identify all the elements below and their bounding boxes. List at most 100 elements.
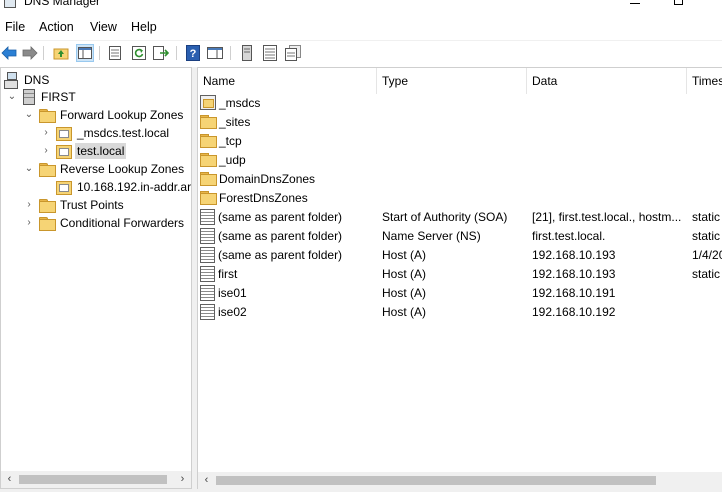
cell-type xyxy=(382,132,528,151)
maximize-button[interactable] xyxy=(674,0,683,5)
column-header-data[interactable]: Data xyxy=(527,68,687,94)
svg-text:?: ? xyxy=(190,48,197,60)
up-folder-icon[interactable] xyxy=(52,44,70,62)
folder-icon xyxy=(200,153,217,168)
cell-text: static xyxy=(692,267,721,281)
help-icon[interactable]: ? xyxy=(184,44,202,62)
table-row[interactable]: _udp xyxy=(198,151,722,170)
collapse-reverse-zones-chevron-icon[interactable]: ⌄ xyxy=(24,164,34,174)
expand-test-local-chevron-icon[interactable]: › xyxy=(41,146,51,156)
cell-text: _udp xyxy=(219,153,246,167)
scrollbar-thumb[interactable] xyxy=(216,476,656,485)
tree-label-trust-points: Trust Points xyxy=(60,198,124,212)
tree-label-reverse-zones: Reverse Lookup Zones xyxy=(60,162,185,176)
cell-text: Start of Authority (SOA) xyxy=(382,210,508,224)
collapse-server-chevron-icon[interactable]: ⌄ xyxy=(7,92,17,102)
expand-msdcs-zone-chevron-icon[interactable]: › xyxy=(41,128,51,138)
menu-help[interactable]: Help xyxy=(131,19,157,35)
table-row[interactable]: ise01 Host (A) 192.168.10.191 xyxy=(198,284,722,303)
minimize-button[interactable] xyxy=(630,0,640,4)
tree-node-forward-lookup-zones[interactable]: Forward Lookup Zones xyxy=(39,106,185,124)
column-header-type[interactable]: Type xyxy=(377,68,527,94)
properties-icon[interactable] xyxy=(106,44,124,62)
cell-type xyxy=(382,94,528,113)
tree-node-reverse-zone[interactable]: 10.168.192.in-addr.arpa xyxy=(56,178,192,196)
cell-type xyxy=(382,151,528,170)
cell-name: _sites xyxy=(200,113,376,132)
collapse-forward-zones-chevron-icon[interactable]: ⌄ xyxy=(24,110,34,120)
menu-action[interactable]: Action xyxy=(39,19,74,35)
menu-view[interactable]: View xyxy=(90,19,117,35)
export-list-icon[interactable] xyxy=(152,44,170,62)
cell-text: Host (A) xyxy=(382,248,427,262)
zone-icon xyxy=(56,144,72,159)
cell-text: static xyxy=(692,229,721,243)
copy-records-icon[interactable] xyxy=(284,44,302,62)
tree-label-dns: DNS xyxy=(24,73,50,87)
tree-label-reverse-zone: 10.168.192.in-addr.arpa xyxy=(77,180,192,194)
tree-node-msdcs-zone[interactable]: _msdcs.test.local xyxy=(56,124,171,142)
scroll-right-arrow-icon[interactable]: › xyxy=(174,471,191,488)
table-row[interactable]: ForestDnsZones xyxy=(198,189,722,208)
record-list-icon[interactable] xyxy=(261,44,279,62)
tree-node-dns[interactable]: DNS xyxy=(4,71,51,89)
action-pane-icon[interactable] xyxy=(206,44,224,62)
cell-name: ise02 xyxy=(200,303,376,322)
server-icon[interactable] xyxy=(238,44,256,62)
cell-timestamp xyxy=(692,284,722,303)
table-row[interactable]: (same as parent folder) Host (A) 192.168.1… xyxy=(198,246,722,265)
tree-node-reverse-lookup-zones[interactable]: Reverse Lookup Zones xyxy=(39,160,186,178)
expand-conditional-forwarders-chevron-icon[interactable]: › xyxy=(24,218,34,228)
cell-timestamp xyxy=(692,151,722,170)
scroll-left-arrow-icon[interactable]: ‹ xyxy=(1,471,18,488)
tree-horizontal-scrollbar[interactable]: ‹ › xyxy=(1,471,191,488)
cell-type: Host (A) xyxy=(382,265,528,284)
tree-node-trust-points[interactable]: Trust Points xyxy=(39,196,126,214)
scroll-left-arrow-icon[interactable]: ‹ xyxy=(198,472,215,489)
menu-bar: File Action View Help xyxy=(0,16,722,38)
back-arrow-icon[interactable] xyxy=(0,44,18,62)
cell-name: (same as parent folder) xyxy=(200,208,376,227)
cell-text: 1/4/2023 xyxy=(692,248,722,262)
cell-name: _tcp xyxy=(200,132,376,151)
cell-text: 192.168.10.193 xyxy=(532,267,616,281)
cell-text: Host (A) xyxy=(382,286,427,300)
cell-timestamp: static xyxy=(692,265,722,284)
refresh-icon[interactable] xyxy=(130,44,148,62)
scrollbar-thumb[interactable] xyxy=(19,475,167,484)
table-row[interactable]: ise02 Host (A) 192.168.10.192 xyxy=(198,303,722,322)
table-row[interactable]: _tcp xyxy=(198,132,722,151)
table-row[interactable]: (same as parent folder) Name Server (NS) f… xyxy=(198,227,722,246)
cell-type xyxy=(382,113,528,132)
table-row[interactable]: DomainDnsZones xyxy=(198,170,722,189)
tree-label-conditional-forwarders: Conditional Forwarders xyxy=(60,216,185,230)
title-bar: DNS Manager xyxy=(0,0,722,10)
cell-type xyxy=(382,170,528,189)
expand-trust-points-chevron-icon[interactable]: › xyxy=(24,200,34,210)
list-horizontal-scrollbar[interactable]: ‹ xyxy=(198,472,722,489)
cell-timestamp xyxy=(692,94,722,113)
cell-data: 192.168.10.192 xyxy=(532,303,688,322)
cell-text: (same as parent folder) xyxy=(218,229,343,243)
table-row[interactable]: _sites xyxy=(198,113,722,132)
show-hide-console-tree-icon[interactable] xyxy=(76,44,94,62)
records-list[interactable]: Name Type Data Timestamp _msdcs _sites _tc… xyxy=(197,67,722,489)
table-row[interactable]: _msdcs xyxy=(198,94,722,113)
column-header-timestamp[interactable]: Timestamp xyxy=(687,68,722,94)
column-header-name[interactable]: Name xyxy=(198,68,377,94)
toolbar-separator xyxy=(176,46,177,60)
cell-name: (same as parent folder) xyxy=(200,246,376,265)
cell-data: first.test.local. xyxy=(532,227,688,246)
cell-text: _msdcs xyxy=(219,96,261,110)
forward-arrow-icon[interactable] xyxy=(21,44,39,62)
cell-type: Name Server (NS) xyxy=(382,227,528,246)
console-tree[interactable]: DNS ⌄ FIRST ⌄ Forward Lookup Zones › _ms… xyxy=(0,67,192,489)
tree-node-test-local[interactable]: test.local xyxy=(56,142,127,160)
tree-node-server-first[interactable]: FIRST xyxy=(23,88,78,106)
table-row[interactable]: (same as parent folder) Start of Authorit… xyxy=(198,208,722,227)
folder-icon xyxy=(39,162,56,177)
menu-file[interactable]: File xyxy=(5,19,25,35)
tree-node-conditional-forwarders[interactable]: Conditional Forwarders xyxy=(39,214,186,232)
toolbar: ? xyxy=(0,40,722,64)
table-row[interactable]: first Host (A) 192.168.10.193 static xyxy=(198,265,722,284)
